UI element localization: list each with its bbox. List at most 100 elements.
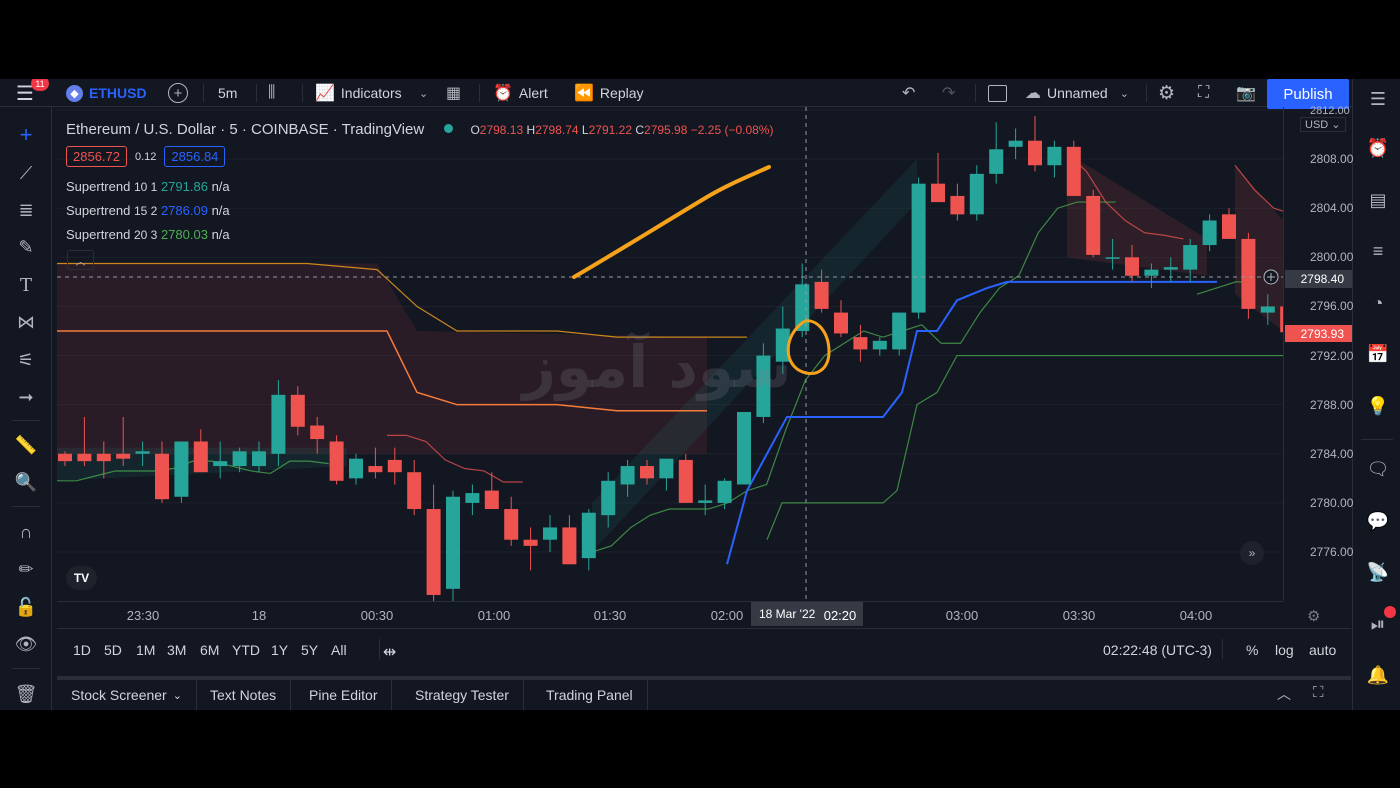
zoom-tool[interactable]: 🔍 — [13, 469, 39, 495]
screener-button[interactable]: ◔ — [1364, 289, 1392, 317]
tab-pine-editor[interactable]: Pine Editor — [295, 680, 393, 710]
indicators-label: Indicators — [340, 85, 402, 101]
measure-tool[interactable]: 📏 — [13, 432, 39, 458]
replay-button[interactable]: ⏪ Replay — [574, 79, 644, 107]
candle-body — [698, 500, 713, 503]
undo-button[interactable]: ↶ — [902, 79, 915, 107]
snapshot-button[interactable]: 📷 — [1236, 79, 1256, 107]
tab-strategy-tester[interactable]: Strategy Tester — [401, 680, 524, 710]
crosshair-tool[interactable]: + — [13, 122, 39, 148]
scroll-to-realtime-button[interactable]: » — [1240, 541, 1264, 565]
date-range-button[interactable]: ⇹ — [383, 642, 396, 662]
time-tick: 00:30 — [360, 608, 394, 623]
hide-drawings-tool[interactable]: 👁 — [13, 631, 39, 657]
indicator-legend-row[interactable]: Supertrend 20 3 2780.03 n/a — [66, 227, 230, 242]
tab-stock-screener[interactable]: Stock Screener ⌄ — [57, 680, 197, 710]
axis-settings-button[interactable]: ⚙ — [1307, 607, 1320, 625]
candle-body — [407, 472, 422, 510]
indicators-dropdown[interactable]: ⌄ — [419, 79, 428, 107]
chats-button[interactable]: 🗨 — [1364, 455, 1392, 483]
tab-trading-panel[interactable]: Trading Panel — [532, 680, 648, 710]
watchlist-button[interactable]: ☰ — [1364, 85, 1392, 113]
low-value: 2791.22 — [588, 123, 632, 137]
indicator-legend-row[interactable]: Supertrend 15 2 2786.09 n/a — [66, 203, 230, 218]
buy-button[interactable]: 2856.84 — [164, 146, 226, 167]
candle-body — [911, 183, 926, 313]
prediction-tool[interactable]: ⚟ — [13, 347, 39, 373]
close-value: 2795.98 — [644, 123, 688, 137]
redo-button[interactable]: ↷ — [942, 79, 955, 107]
data-window-button[interactable]: ▤ — [1364, 186, 1392, 214]
text-tool[interactable]: T — [13, 272, 39, 298]
alert-button[interactable]: ⏰ Alert — [493, 79, 548, 107]
range-button-5y[interactable]: 5Y — [301, 642, 318, 658]
layout-name-button[interactable]: ☁ Unnamed ⌄ — [1025, 79, 1129, 107]
trendline-tool[interactable]: ⟋ — [13, 160, 39, 186]
range-button-5d[interactable]: 5D — [104, 642, 122, 658]
range-button-1m[interactable]: 1M — [136, 642, 155, 658]
pattern-tool[interactable]: ⋈ — [13, 309, 39, 335]
time-tick: 18 — [251, 608, 267, 623]
arrow-tool[interactable]: ➞ — [13, 384, 39, 410]
undo-icon: ↶ — [902, 85, 916, 102]
candle-body — [834, 312, 848, 334]
chevron-up-icon: ︿ — [75, 256, 86, 268]
tab-text-notes[interactable]: Text Notes — [196, 680, 292, 710]
sell-button[interactable]: 2856.72 — [66, 146, 127, 167]
plus-circle-icon: + — [168, 83, 188, 103]
message-icon: 💬 — [1366, 510, 1390, 531]
legend-title[interactable]: Ethereum / U.S. Dollar · 5 · COINBASE · … — [66, 121, 424, 138]
text-icon: T — [19, 274, 32, 296]
candle-body — [252, 451, 266, 467]
pencil-lock-icon: ✏ — [18, 558, 34, 579]
remove-drawings-tool[interactable]: 🗑 — [13, 681, 39, 707]
time-axis[interactable]: 18 Mar '22 23:30 18 00:30 01:00 01:30 02:00 02:… — [57, 601, 1283, 627]
buy-sell-panel: 2856.72 0.12 2856.84 — [66, 146, 226, 167]
brush-tool[interactable]: ✎ — [13, 234, 39, 260]
gear-icon: ⚙ — [1307, 608, 1321, 625]
fullscreen-button[interactable]: ⛶ — [1198, 79, 1209, 107]
range-button-1d[interactable]: 1D — [73, 642, 91, 658]
compare-button[interactable]: + — [168, 79, 188, 107]
calendar-button[interactable]: 📅 — [1364, 340, 1392, 368]
percent-scale-toggle[interactable]: % — [1246, 642, 1258, 658]
candle-body — [1144, 269, 1159, 276]
alerts-button[interactable]: ⏰ — [1364, 134, 1392, 162]
templates-button[interactable]: ▦ — [446, 79, 461, 107]
currency-selector[interactable]: USD ⌄ — [1300, 117, 1346, 132]
settings-button[interactable]: ⚙ — [1158, 79, 1175, 107]
symbol-search[interactable]: ◆ ETHUSD — [66, 79, 147, 107]
notifications-button[interactable]: ⏯ — [1364, 606, 1396, 638]
collapse-legend-button[interactable]: ︿ — [67, 250, 94, 270]
chart-type-button[interactable]: ⫼ — [268, 79, 275, 107]
chart-pane[interactable]: سود آموز — [57, 107, 1283, 601]
range-button-ytd[interactable]: YTD — [232, 642, 260, 658]
range-button-1y[interactable]: 1Y — [271, 642, 288, 658]
auto-scale-toggle[interactable]: auto — [1309, 642, 1336, 658]
timezone-clock[interactable]: 02:22:48 (UTC-3) — [1103, 642, 1212, 658]
messages-button[interactable]: 💬 — [1364, 507, 1392, 535]
indicators-button[interactable]: 📈 Indicators — [315, 79, 402, 107]
stay-drawing-tool[interactable]: ✏ — [13, 556, 39, 582]
streams-button[interactable]: 📡 — [1364, 558, 1392, 586]
fib-tool[interactable]: ≣ — [13, 197, 39, 223]
price-scale[interactable]: USD ⌄ 2812.00 2808.00 2804.00 2800.00 2796.0… — [1283, 105, 1353, 601]
bell-button[interactable]: 🔔 — [1364, 661, 1392, 689]
layout-select-button[interactable] — [988, 79, 1007, 107]
sliders-icon: ⚟ — [17, 349, 35, 370]
last-price-label: 2793.93 — [1285, 325, 1352, 342]
candle-body — [853, 337, 868, 350]
maximize-panel-button[interactable]: ︿ — [1277, 684, 1291, 704]
range-button-6m[interactable]: 6M — [200, 642, 219, 658]
alarm-clock-icon: ⏰ — [493, 85, 513, 102]
magnet-tool[interactable]: ∩ — [13, 519, 39, 545]
interval-button[interactable]: 5m — [218, 79, 237, 107]
fullscreen-panel-button[interactable]: ⛶ — [1313, 684, 1324, 701]
ideas-button[interactable]: 💡 — [1364, 392, 1392, 420]
range-button-all[interactable]: All — [331, 642, 347, 658]
range-button-3m[interactable]: 3M — [167, 642, 186, 658]
log-scale-toggle[interactable]: log — [1275, 642, 1294, 658]
hotlists-button[interactable]: ≡ — [1364, 237, 1392, 265]
lock-drawings-tool[interactable]: 🔓 — [13, 594, 39, 620]
indicator-legend-row[interactable]: Supertrend 10 1 2791.86 n/a — [66, 179, 230, 194]
